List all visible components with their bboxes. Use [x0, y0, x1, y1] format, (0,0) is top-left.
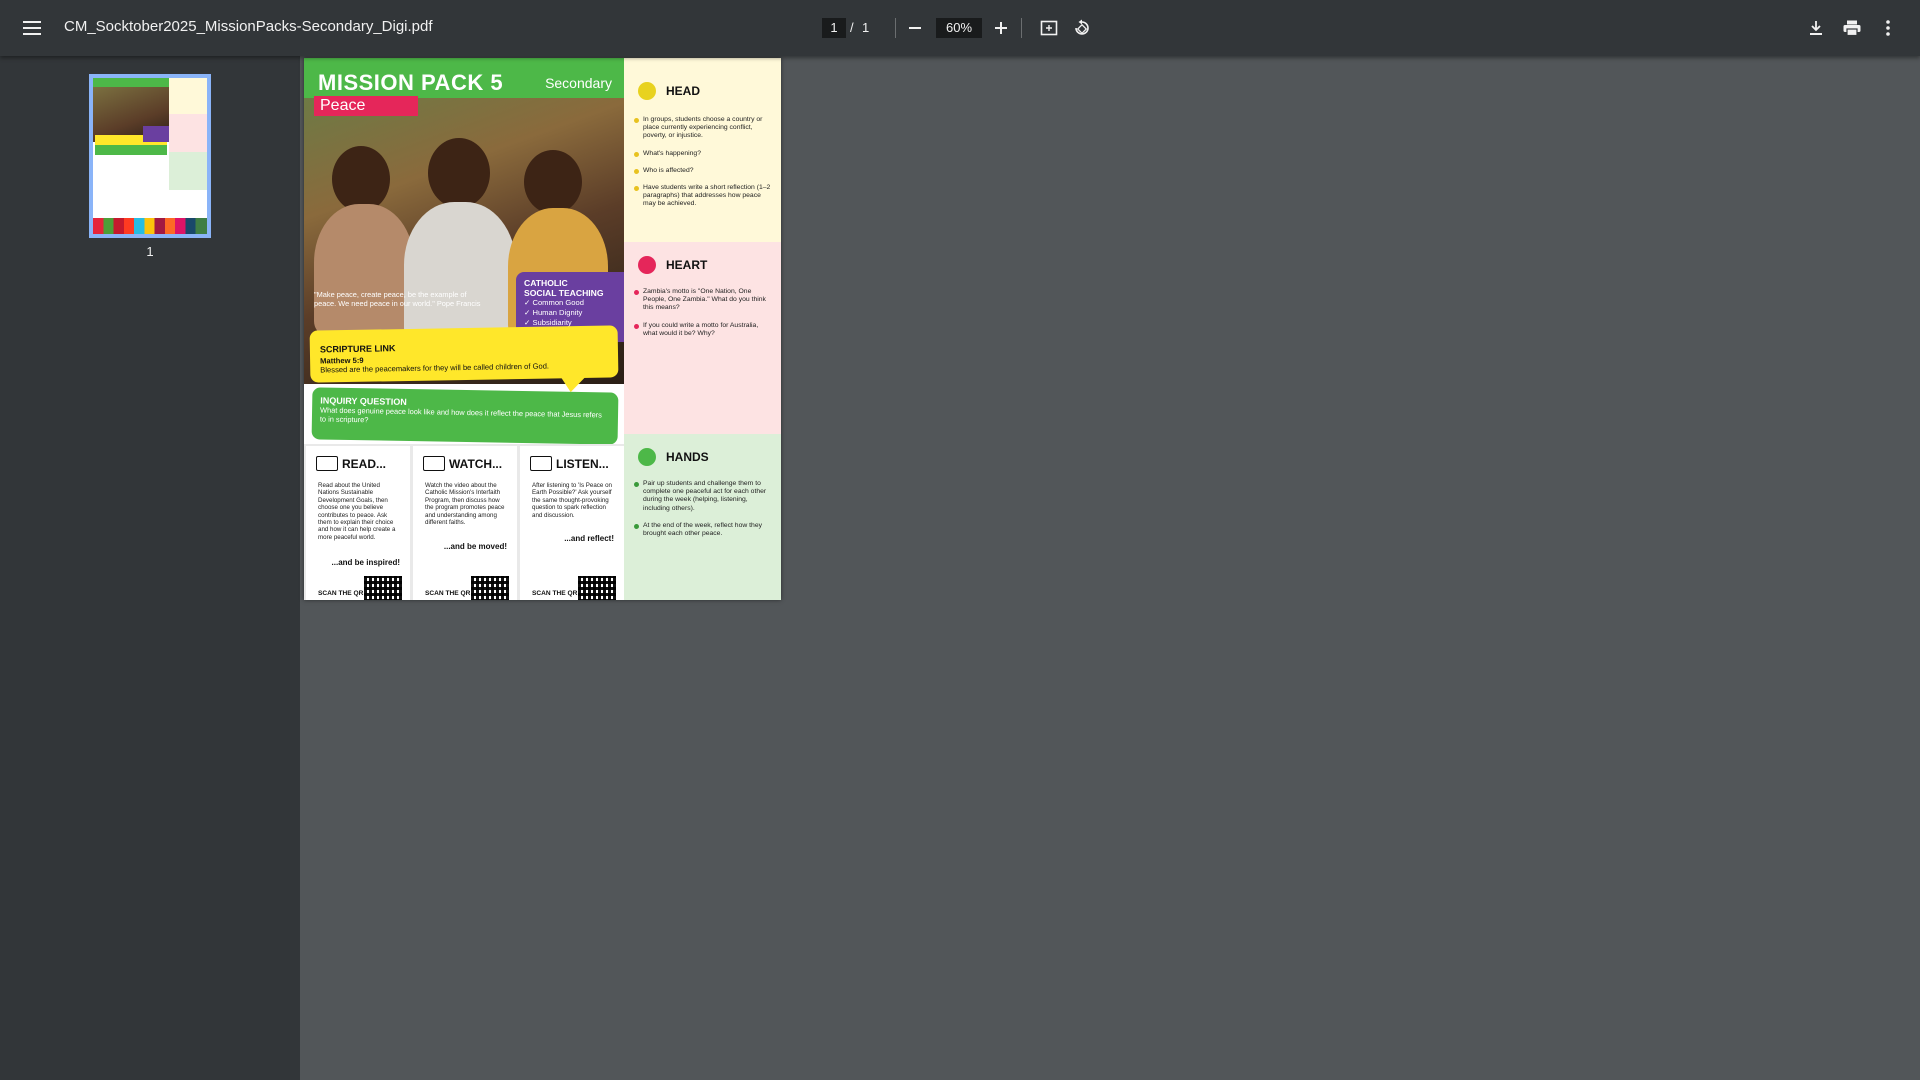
fit-page-icon [1040, 20, 1058, 36]
pdf-toolbar: CM_Socktober2025_MissionPacks-Secondary_… [0, 0, 1920, 56]
minus-icon [909, 27, 921, 29]
read-column: READ... Read about the United Nations Su… [306, 446, 410, 600]
brain-icon [638, 82, 656, 100]
download-icon [1810, 21, 1822, 35]
hands-icon [638, 448, 656, 466]
watch-text: Watch the video about the Catholic Missi… [425, 482, 505, 527]
hands-heading: HANDS [638, 448, 709, 466]
heart-icon [638, 256, 656, 274]
thumbnail-page-number: 1 [146, 244, 154, 259]
pdf-page: MISSION PACK 5 Secondary Peace "Make pea… [304, 58, 781, 600]
more-vert-icon [1886, 20, 1890, 36]
zoom-out-button[interactable] [899, 12, 931, 44]
list-item: Pair up students and challenge them to c… [634, 480, 772, 513]
head-panel: HEAD In groups, students choose a countr… [624, 58, 781, 242]
scripture-link-box: SCRIPTURE LINK Matthew 5:9 Blessed are t… [309, 325, 619, 383]
thumb-hands-panel [169, 152, 207, 190]
photo-child-left [332, 146, 390, 212]
menu-button[interactable] [16, 12, 48, 44]
printer-icon [1843, 20, 1861, 36]
cst-item: ✓ Common Good [524, 298, 584, 307]
print-button[interactable] [1836, 12, 1868, 44]
listen-heading: LISTEN... [530, 456, 609, 471]
thumb-head-panel [169, 78, 207, 114]
head-list: In groups, students choose a country or … [634, 116, 772, 218]
zoom-in-button[interactable] [985, 12, 1017, 44]
thumb-heart-panel [169, 114, 207, 152]
inquiry-text: What does genuine peace look like and ho… [319, 405, 602, 425]
photo-child-left-body [314, 204, 414, 334]
list-item: If you could write a motto for Australia… [634, 322, 772, 338]
toolbar-divider [1021, 18, 1022, 38]
video-icon [423, 456, 445, 471]
level-label: Secondary [545, 75, 612, 91]
book-icon [316, 456, 338, 471]
cst-item: ✓ Human Dignity [524, 308, 583, 317]
heart-list: Zambia's motto is "One Nation, One Peopl… [634, 288, 772, 347]
inquiry-question-box: INQUIRY QUESTION What does genuine peace… [311, 387, 619, 445]
page-total: 1 [862, 20, 870, 35]
hands-panel: HANDS Pair up students and challenge the… [624, 434, 781, 600]
list-item: Zambia's motto is "One Nation, One Peopl… [634, 288, 772, 313]
list-item: In groups, students choose a country or … [634, 116, 772, 141]
qr-code-icon[interactable] [578, 576, 616, 600]
hands-list: Pair up students and challenge them to c… [634, 480, 772, 547]
theme-tag: Peace [314, 96, 418, 116]
page-separator: / [850, 20, 854, 35]
listen-tagline: ...and reflect! [564, 534, 614, 543]
heart-panel: HEART Zambia's motto is "One Nation, One… [624, 242, 781, 434]
toolbar-divider [895, 18, 896, 38]
thumb-header [93, 78, 169, 87]
list-item: At the end of the week, reflect how they… [634, 522, 772, 538]
photo-child-right [524, 150, 582, 214]
qr-code-icon[interactable] [364, 576, 402, 600]
list-item: Have students write a short reflection (… [634, 184, 772, 209]
fit-to-page-button[interactable] [1033, 12, 1065, 44]
photo-child-middle-body [404, 202, 516, 342]
cst-title-line1: CATHOLIC [524, 278, 568, 288]
speaker-icon [530, 456, 552, 471]
list-item: What's happening? [634, 150, 772, 158]
download-button[interactable] [1800, 12, 1832, 44]
pope-quote: "Make peace, create peace, be the exampl… [314, 290, 481, 308]
thumb-sdg-strip [93, 218, 207, 234]
more-options-button[interactable] [1872, 12, 1904, 44]
watch-tagline: ...and be moved! [443, 542, 507, 551]
thumb-green-box [95, 145, 167, 155]
mission-pack-header: MISSION PACK 5 Secondary [304, 58, 624, 98]
page-thumbnail[interactable] [89, 74, 211, 238]
list-item: Who is affected? [634, 167, 772, 175]
thumb-purple-box [143, 126, 169, 142]
head-heading: HEAD [638, 82, 700, 100]
plus-icon [995, 22, 1007, 34]
cst-title-line2: SOCIAL TEACHING [524, 288, 604, 298]
photo-child-middle [428, 138, 490, 208]
listen-column: LISTEN... After listening to 'Is Peace o… [520, 446, 624, 600]
rotate-icon [1075, 19, 1089, 35]
read-heading: READ... [316, 456, 386, 471]
read-tagline: ...and be inspired! [331, 558, 400, 567]
qr-code-icon[interactable] [471, 576, 509, 600]
page-number-input[interactable]: 1 [822, 18, 846, 38]
read-text: Read about the United Nations Sustainabl… [318, 482, 396, 541]
listen-text: After listening to 'Is Peace on Earth Po… [532, 482, 612, 519]
heart-heading: HEART [638, 256, 707, 274]
thumbnail-sidebar: 1 [0, 56, 300, 1080]
document-filename: CM_Socktober2025_MissionPacks-Secondary_… [64, 18, 433, 35]
watch-column: WATCH... Watch the video about the Catho… [413, 446, 517, 600]
watch-heading: WATCH... [423, 456, 502, 471]
hamburger-menu-icon [23, 21, 41, 35]
mission-pack-title: MISSION PACK 5 [318, 70, 504, 95]
activity-columns: READ... Read about the United Nations Su… [304, 444, 624, 600]
zoom-level-input[interactable]: 60% [936, 18, 982, 38]
rotate-button[interactable] [1066, 12, 1098, 44]
